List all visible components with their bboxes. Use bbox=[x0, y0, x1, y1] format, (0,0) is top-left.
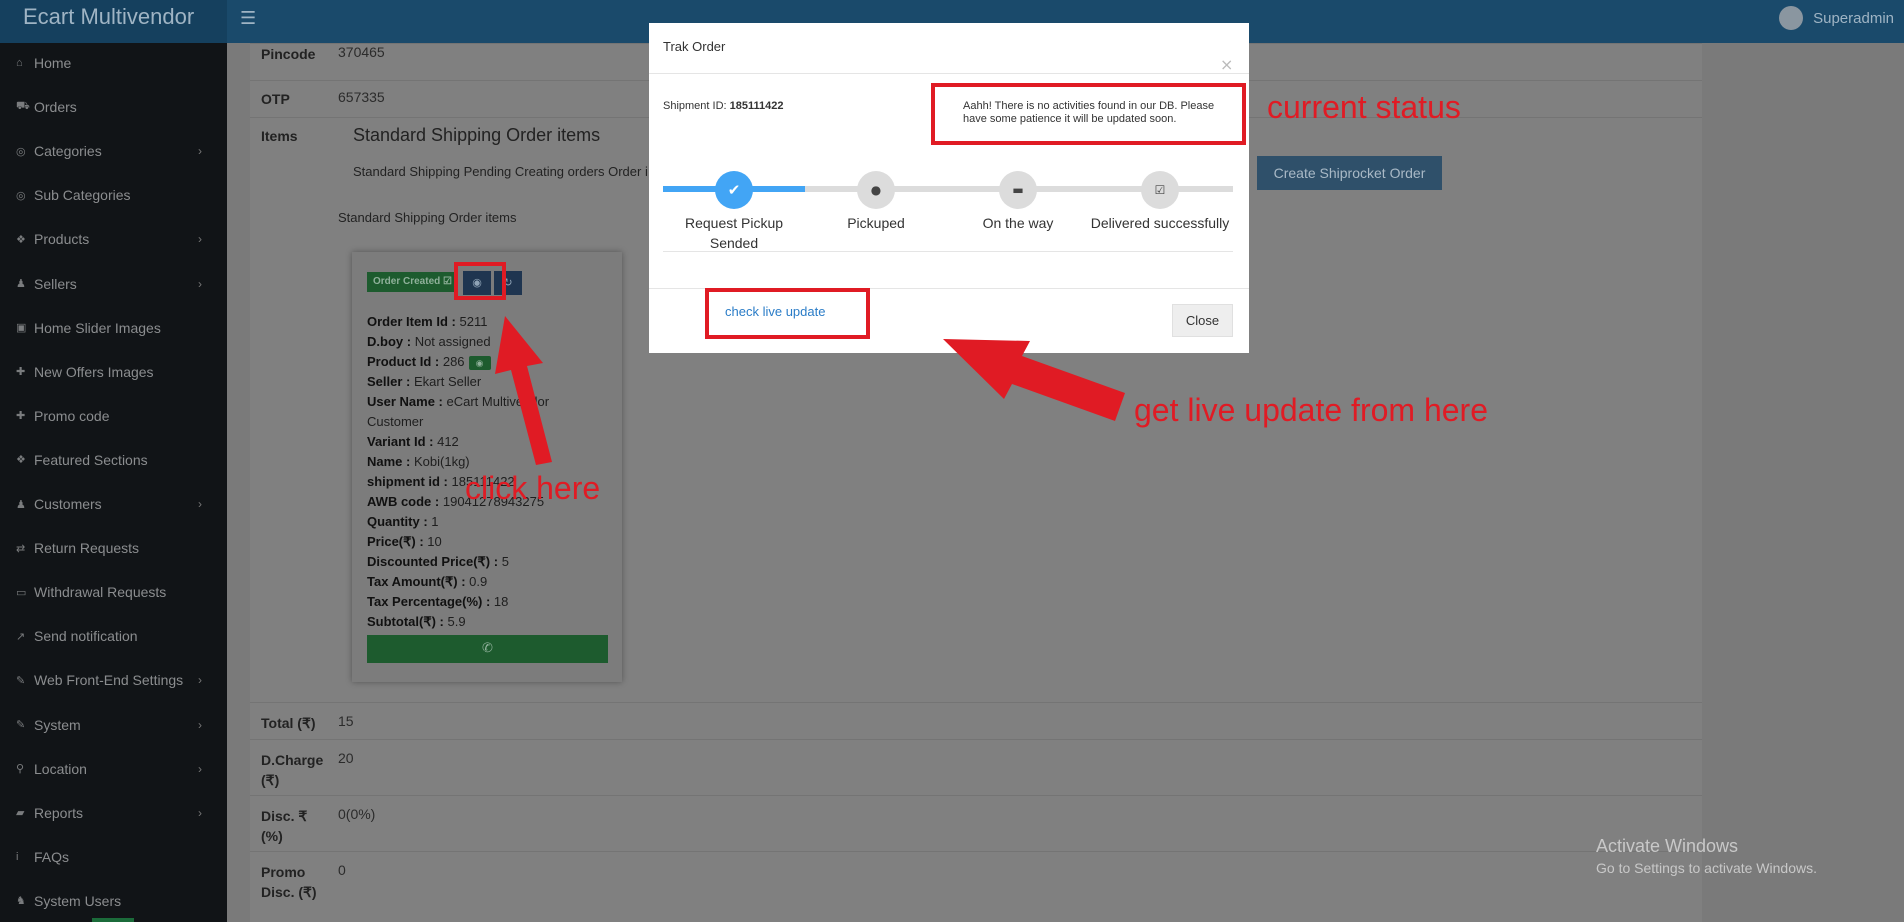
click-here-arrow bbox=[495, 316, 552, 465]
live-update-annotation: get live update from here bbox=[1134, 392, 1488, 428]
click-here-annotation: click here bbox=[465, 470, 601, 506]
annotation-arrows bbox=[495, 316, 1125, 465]
live-update-arrow bbox=[943, 339, 1125, 421]
current-status-annotation: current status bbox=[1267, 89, 1461, 125]
